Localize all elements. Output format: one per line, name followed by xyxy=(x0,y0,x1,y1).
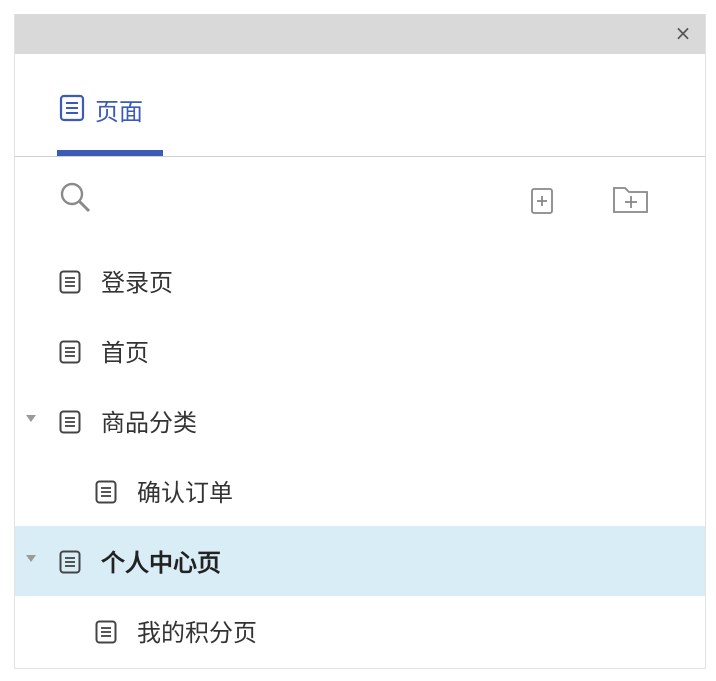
close-button[interactable]: × xyxy=(671,21,695,45)
tab-pages-label: 页面 xyxy=(95,98,143,126)
collapse-caret-icon[interactable] xyxy=(26,415,36,422)
tree-item-label: 首页 xyxy=(101,339,149,367)
page-icon xyxy=(95,620,117,648)
tree-item-user-center[interactable]: 个人中心页 xyxy=(15,526,705,596)
tree-item-categories[interactable]: 商品分类 xyxy=(15,386,705,456)
add-page-icon[interactable] xyxy=(530,187,554,219)
tree-item-home[interactable]: 首页 xyxy=(15,316,705,386)
search-icon[interactable] xyxy=(59,181,93,219)
pages-toolbar xyxy=(15,157,705,237)
page-icon xyxy=(59,550,81,578)
tree-item-label: 登录页 xyxy=(101,269,173,297)
pages-panel: × 页面 登录页 首页 商品分类 确认订单 个人中心页 我的积分页 xyxy=(14,14,706,669)
collapse-caret-icon[interactable] xyxy=(26,555,36,562)
active-tab-indicator xyxy=(57,150,163,156)
tree-item-label: 我的积分页 xyxy=(137,619,257,647)
add-folder-icon[interactable] xyxy=(611,183,651,219)
panel-titlebar: × xyxy=(15,14,705,54)
page-icon xyxy=(59,270,81,298)
tree-item-label: 确认订单 xyxy=(137,479,233,507)
tree-item-login[interactable]: 登录页 xyxy=(15,246,705,316)
page-icon xyxy=(59,340,81,368)
page-icon xyxy=(59,410,81,438)
page-icon xyxy=(59,94,85,126)
tree-item-confirm-order[interactable]: 确认订单 xyxy=(15,456,705,526)
panel-tabs: 页面 xyxy=(15,54,705,157)
page-icon xyxy=(95,480,117,508)
tree-item-label: 个人中心页 xyxy=(101,549,221,577)
tree-item-label: 商品分类 xyxy=(101,409,197,437)
tree-item-my-points[interactable]: 我的积分页 xyxy=(15,596,705,666)
